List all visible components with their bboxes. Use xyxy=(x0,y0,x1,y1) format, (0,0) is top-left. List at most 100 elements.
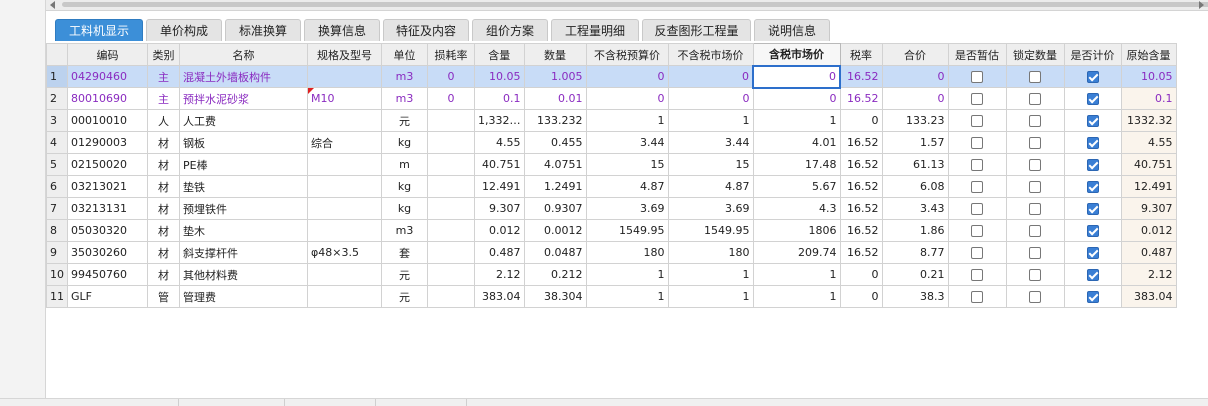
cell-spec[interactable]: M10 xyxy=(307,87,382,110)
tab-pricing-scheme[interactable]: 组价方案 xyxy=(472,19,548,41)
table-row[interactable]: 8 05030320 材垫木 m3 0.012 0.0012 1549.95 1549.95 1… xyxy=(46,219,1177,242)
cell-pretax-budget[interactable]: 0 xyxy=(585,65,669,88)
cell-quantity[interactable]: 0.9307 xyxy=(523,197,587,220)
cell-name[interactable]: 斜支撑杆件 xyxy=(179,241,308,264)
row-number[interactable]: 7 xyxy=(46,197,68,220)
cell-quantity[interactable]: 0.455 xyxy=(523,131,587,154)
cell-content[interactable]: 9.307 xyxy=(474,197,525,220)
col-header-tax-market[interactable]: 含税市场价 xyxy=(752,43,841,66)
cell-type[interactable]: 材 xyxy=(147,197,180,220)
cell-tax-rate[interactable]: 16.52 xyxy=(839,131,883,154)
cell-type[interactable]: 材 xyxy=(147,153,180,176)
cell-orig-content[interactable]: 9.307 xyxy=(1120,197,1177,220)
cell-name[interactable]: 垫铁 xyxy=(179,175,308,198)
cell-total[interactable]: 0 xyxy=(881,87,949,110)
cell-orig-content[interactable]: 0.1 xyxy=(1120,87,1177,110)
cell-orig-content[interactable]: 2.12 xyxy=(1120,263,1177,286)
tab-standard-conversion[interactable]: 标准换算 xyxy=(225,19,301,41)
cell-pretax-budget[interactable]: 3.69 xyxy=(585,197,669,220)
cell-quantity[interactable]: 1.005 xyxy=(523,65,587,88)
row-number[interactable]: 8 xyxy=(46,219,68,242)
cell-content[interactable]: 4.55 xyxy=(474,131,525,154)
cell-loss[interactable] xyxy=(427,131,475,154)
cell-code[interactable]: 99450760 xyxy=(67,263,148,286)
lock-quantity-checkbox[interactable] xyxy=(1029,225,1041,237)
cell-pretax-budget[interactable]: 1 xyxy=(585,263,669,286)
cell-type[interactable]: 材 xyxy=(147,263,180,286)
estimate-checkbox[interactable] xyxy=(971,225,983,237)
cell-content[interactable]: 0.487 xyxy=(474,241,525,264)
cell-quantity[interactable]: 0.212 xyxy=(523,263,587,286)
estimate-checkbox[interactable] xyxy=(971,71,983,83)
cell-name[interactable]: 其他材料费 xyxy=(179,263,308,286)
row-number[interactable]: 4 xyxy=(46,131,68,154)
lock-quantity-checkbox[interactable] xyxy=(1029,291,1041,303)
cell-type[interactable]: 主 xyxy=(147,87,180,110)
estimate-checkbox[interactable] xyxy=(971,159,983,171)
cell-unit[interactable]: kg xyxy=(381,197,428,220)
col-header-estimate[interactable]: 是否暂估 xyxy=(947,43,1007,66)
lock-quantity-checkbox[interactable] xyxy=(1029,269,1041,281)
cell-spec[interactable] xyxy=(307,197,382,220)
cell-code[interactable]: 03213131 xyxy=(67,197,148,220)
cell-quantity[interactable]: 1.2491 xyxy=(523,175,587,198)
col-header-content[interactable]: 含量 xyxy=(474,43,525,66)
table-row[interactable]: 10 99450760 材其他材料费元 2.12 0.212 1 1 1 0 0.21 2.12 xyxy=(46,263,1177,286)
cell-code[interactable]: 05030320 xyxy=(67,219,148,242)
col-header-unit[interactable]: 单位 xyxy=(381,43,428,66)
cell-quantity[interactable]: 0.01 xyxy=(523,87,587,110)
cell-spec[interactable] xyxy=(307,285,382,308)
cell-spec[interactable]: φ48×3.5 xyxy=(307,241,382,264)
cell-tax-rate[interactable]: 16.52 xyxy=(839,197,883,220)
row-number[interactable]: 11 xyxy=(46,285,68,308)
cell-unit[interactable]: m3 xyxy=(381,219,428,242)
cell-unit[interactable]: 元 xyxy=(381,263,428,286)
cell-name[interactable]: 混凝土外墙板构件 xyxy=(179,65,308,88)
cell-tax-rate[interactable]: 16.52 xyxy=(839,175,883,198)
row-number[interactable]: 6 xyxy=(46,175,68,198)
row-number[interactable]: 3 xyxy=(46,109,68,132)
cell-tax-market[interactable]: 0 xyxy=(752,87,841,110)
cell-quantity[interactable]: 133.232 xyxy=(523,109,587,132)
cell-pretax-market[interactable]: 3.44 xyxy=(667,131,754,154)
cell-content[interactable]: 0.1 xyxy=(474,87,525,110)
cell-content[interactable]: 1,332… xyxy=(474,109,525,132)
cell-tax-market[interactable]: 1806 xyxy=(752,219,841,242)
scroll-left-arrow-icon[interactable] xyxy=(50,1,55,9)
cell-quantity[interactable]: 0.0012 xyxy=(523,219,587,242)
tab-quantity-detail[interactable]: 工程量明细 xyxy=(551,19,639,41)
cell-tax-market[interactable]: 1 xyxy=(752,263,841,286)
col-header-pretax-budget[interactable]: 不含税预算价 xyxy=(585,43,669,66)
cell-content[interactable]: 40.751 xyxy=(474,153,525,176)
cell-total[interactable]: 6.08 xyxy=(881,175,949,198)
cell-unit[interactable]: 套 xyxy=(381,241,428,264)
cell-loss[interactable] xyxy=(427,285,475,308)
cell-unit[interactable]: 元 xyxy=(381,285,428,308)
cell-code[interactable]: 01290003 xyxy=(67,131,148,154)
cell-code[interactable]: 04290460 xyxy=(67,65,148,88)
cell-content[interactable]: 10.05 xyxy=(474,65,525,88)
cell-orig-content[interactable]: 4.55 xyxy=(1120,131,1177,154)
cell-pretax-market[interactable]: 15 xyxy=(667,153,754,176)
table-row[interactable]: 3 00010010 人人工费元 1,332… 133.232 1 1 1 0 133.23 133… xyxy=(46,109,1177,132)
cell-tax-rate[interactable]: 16.52 xyxy=(839,219,883,242)
col-header-quantity[interactable]: 数量 xyxy=(523,43,587,66)
cell-unit[interactable]: m3 xyxy=(381,65,428,88)
cell-loss[interactable] xyxy=(427,109,475,132)
cell-pretax-market[interactable]: 1 xyxy=(667,263,754,286)
cell-tax-rate[interactable]: 16.52 xyxy=(839,153,883,176)
cell-pretax-budget[interactable]: 3.44 xyxy=(585,131,669,154)
cell-unit[interactable]: kg xyxy=(381,175,428,198)
cell-type[interactable]: 材 xyxy=(147,131,180,154)
cell-code[interactable]: GLF xyxy=(67,285,148,308)
cell-orig-content[interactable]: 0.487 xyxy=(1120,241,1177,264)
col-header-total[interactable]: 合价 xyxy=(881,43,949,66)
tab-conversion-info[interactable]: 换算信息 xyxy=(304,19,380,41)
cell-name[interactable]: 预埋铁件 xyxy=(179,197,308,220)
col-header-tax-rate[interactable]: 税率 xyxy=(839,43,883,66)
estimate-checkbox[interactable] xyxy=(971,203,983,215)
lock-quantity-checkbox[interactable] xyxy=(1029,93,1041,105)
cell-quantity[interactable]: 4.0751 xyxy=(523,153,587,176)
cell-code[interactable]: 00010010 xyxy=(67,109,148,132)
scroll-right-arrow-icon[interactable] xyxy=(1199,1,1204,9)
